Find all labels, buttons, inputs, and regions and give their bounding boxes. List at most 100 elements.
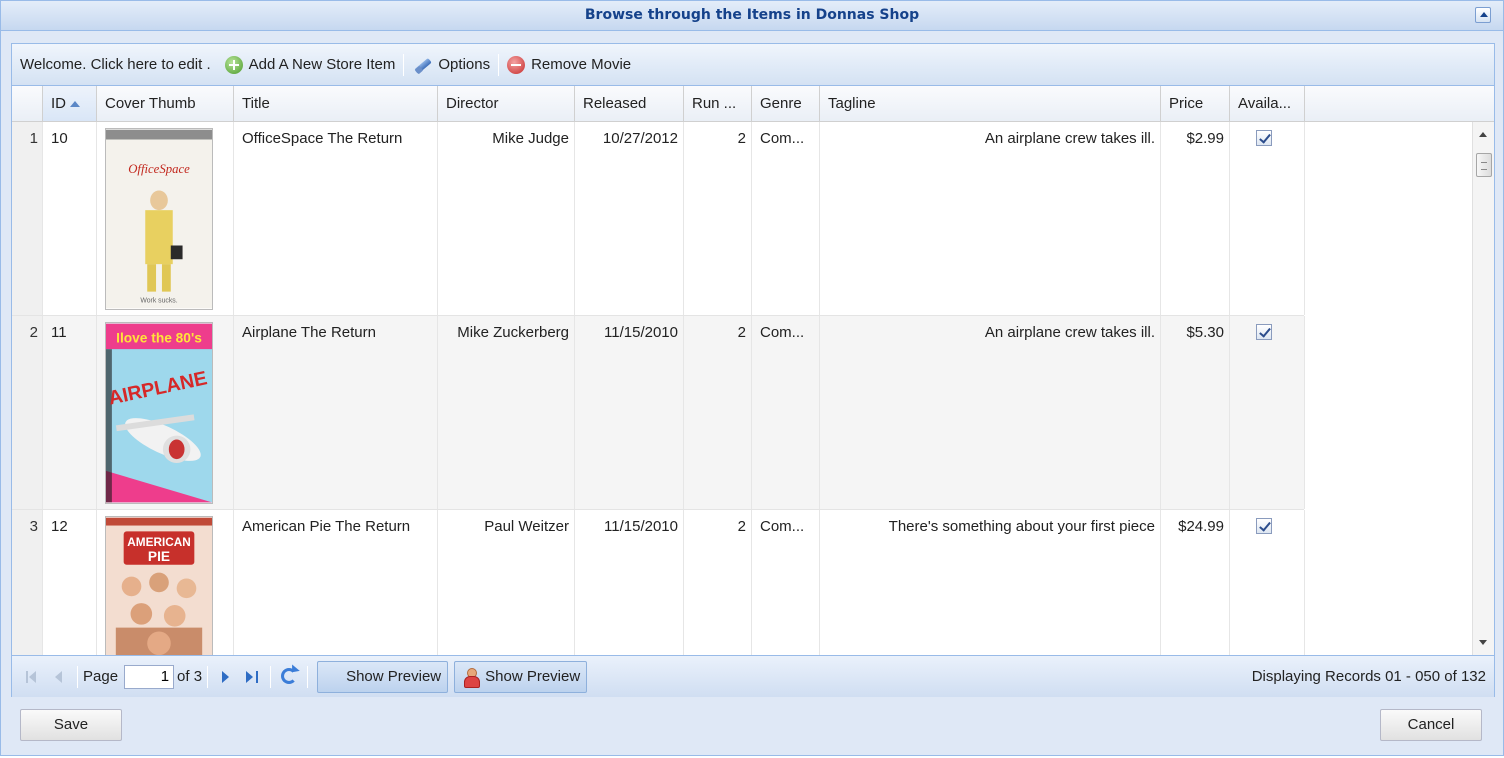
- paging-separator: [207, 665, 209, 688]
- add-icon: [224, 55, 243, 74]
- cell-tagline: There's something about your first piece: [820, 510, 1161, 655]
- refresh-button[interactable]: [278, 665, 300, 689]
- page-label: Page: [83, 668, 119, 685]
- header-id[interactable]: ID: [43, 86, 97, 121]
- cover-image-officespace: OfficeSpace Work sucks.: [105, 128, 213, 310]
- vertical-scrollbar[interactable]: [1472, 122, 1494, 655]
- scroll-thumb[interactable]: [1476, 153, 1492, 177]
- cell-available: [1230, 510, 1305, 655]
- header-price[interactable]: Price: [1161, 86, 1230, 121]
- cell-runtime: 2: [684, 122, 752, 315]
- cover-logo: OfficeSpace: [128, 162, 190, 176]
- available-checkbox[interactable]: [1256, 518, 1272, 534]
- cell-director: Mike Judge: [438, 122, 575, 315]
- refresh-icon: [281, 667, 298, 684]
- row-number: 1: [12, 122, 43, 315]
- paging-separator: [77, 665, 78, 688]
- header-id-label: ID: [51, 95, 66, 112]
- show-preview-toggle[interactable]: Show Preview: [317, 660, 449, 693]
- svg-text:PIE: PIE: [148, 549, 170, 564]
- remove-icon: [507, 55, 526, 74]
- prev-page-button[interactable]: [48, 665, 70, 689]
- available-checkbox[interactable]: [1256, 324, 1272, 340]
- wrench-icon: [412, 55, 432, 75]
- cell-price: $24.99: [1161, 510, 1230, 655]
- header-runtime[interactable]: Run ...: [684, 86, 752, 121]
- first-page-button[interactable]: [22, 665, 44, 689]
- table-row[interactable]: 3 12 AMERICAN PIE American Pie The Retur…: [12, 510, 1305, 655]
- cell-available: [1230, 122, 1305, 315]
- cell-released: 11/15/2010: [575, 316, 684, 509]
- row-number: 2: [12, 316, 43, 509]
- add-store-item-button[interactable]: Add A New Store Item: [221, 51, 400, 79]
- cell-available: [1230, 316, 1305, 509]
- grid-header: ID Cover Thumb Title Director Released R…: [12, 86, 1494, 122]
- header-tagline[interactable]: Tagline: [820, 86, 1161, 121]
- cell-released: 11/15/2010: [575, 510, 684, 655]
- row-number: 3: [12, 510, 43, 655]
- cell-title: OfficeSpace The Return: [234, 122, 438, 315]
- svg-text:Work sucks.: Work sucks.: [140, 297, 177, 304]
- cell-tagline: An airplane crew takes ill.: [820, 122, 1161, 315]
- header-director[interactable]: Director: [438, 86, 575, 121]
- cell-title: Airplane The Return: [234, 316, 438, 509]
- header-available[interactable]: Availa...: [1230, 86, 1305, 121]
- cell-genre: Com...: [752, 122, 820, 315]
- header-rownumber: [12, 86, 43, 121]
- cell-cover-thumb: Ilove the 80's AIRPLANE: [97, 316, 234, 509]
- show-preview-button[interactable]: Show Preview: [454, 660, 588, 693]
- cell-id: 10: [43, 122, 97, 315]
- scroll-up-icon[interactable]: [1479, 132, 1487, 137]
- header-released[interactable]: Released: [575, 86, 684, 121]
- next-page-icon: [222, 670, 230, 683]
- header-genre[interactable]: Genre: [752, 86, 820, 121]
- toolbar-separator: [403, 53, 405, 76]
- options-label: Options: [438, 56, 491, 73]
- last-page-button[interactable]: [241, 665, 263, 689]
- paging-separator: [270, 665, 272, 688]
- table-row[interactable]: 2 11 Ilove the 80's AIRPLANE Airplane Th…: [12, 316, 1305, 510]
- cell-runtime: 2: [684, 510, 752, 655]
- welcome-edit-link[interactable]: Welcome. Click here to edit .: [16, 51, 215, 79]
- prev-page-icon: [55, 670, 62, 683]
- paging-toolbar: Page of 3 Show Preview Show Preview Disp…: [12, 655, 1494, 697]
- first-page-icon: [29, 670, 36, 683]
- available-checkbox[interactable]: [1256, 130, 1272, 146]
- cell-price: $5.30: [1161, 316, 1230, 509]
- last-page-icon: [246, 670, 254, 683]
- cover-image-airplane: Ilove the 80's AIRPLANE: [105, 322, 213, 504]
- sort-ascending-icon: [70, 101, 80, 108]
- cell-title: American Pie The Return: [234, 510, 438, 655]
- header-title[interactable]: Title: [234, 86, 438, 121]
- cell-price: $2.99: [1161, 122, 1230, 315]
- cell-genre: Com...: [752, 316, 820, 509]
- cell-id: 12: [43, 510, 97, 655]
- cell-tagline: An airplane crew takes ill.: [820, 316, 1161, 509]
- remove-movie-label: Remove Movie: [531, 56, 632, 73]
- grid-body: 1 10 OfficeSpace Work sucks. OfficeSpace…: [12, 122, 1472, 655]
- header-cover-thumb[interactable]: Cover Thumb: [97, 86, 234, 121]
- cell-id: 11: [43, 316, 97, 509]
- window-title: Browse through the Items in Donnas Shop: [584, 7, 920, 23]
- cell-genre: Com...: [752, 510, 820, 655]
- options-button[interactable]: Options: [408, 51, 494, 79]
- table-row[interactable]: 1 10 OfficeSpace Work sucks. OfficeSpace…: [12, 122, 1305, 316]
- cell-cover-thumb: AMERICAN PIE: [97, 510, 234, 655]
- page-number-input[interactable]: [124, 664, 175, 689]
- top-toolbar: Welcome. Click here to edit . Add A New …: [12, 44, 1494, 86]
- scroll-down-icon[interactable]: [1479, 640, 1487, 645]
- remove-movie-button[interactable]: Remove Movie: [503, 51, 635, 79]
- show-preview-label: Show Preview: [346, 668, 442, 685]
- next-page-button[interactable]: [215, 665, 237, 689]
- show-preview-label: Show Preview: [485, 668, 581, 685]
- cover-logo: Ilove the 80's: [116, 330, 202, 345]
- collapse-icon[interactable]: [1475, 7, 1491, 23]
- save-button[interactable]: Save: [20, 709, 122, 741]
- toolbar-separator: [498, 53, 500, 76]
- cancel-button[interactable]: Cancel: [1380, 709, 1482, 741]
- grid-panel: Welcome. Click here to edit . Add A New …: [11, 43, 1495, 697]
- cell-director: Paul Weitzer: [438, 510, 575, 655]
- display-records-info: Displaying Records 01 - 050 of 132: [1251, 668, 1486, 685]
- browse-items-window: Browse through the Items in Donnas Shop …: [0, 0, 1504, 756]
- add-store-item-label: Add A New Store Item: [248, 56, 396, 73]
